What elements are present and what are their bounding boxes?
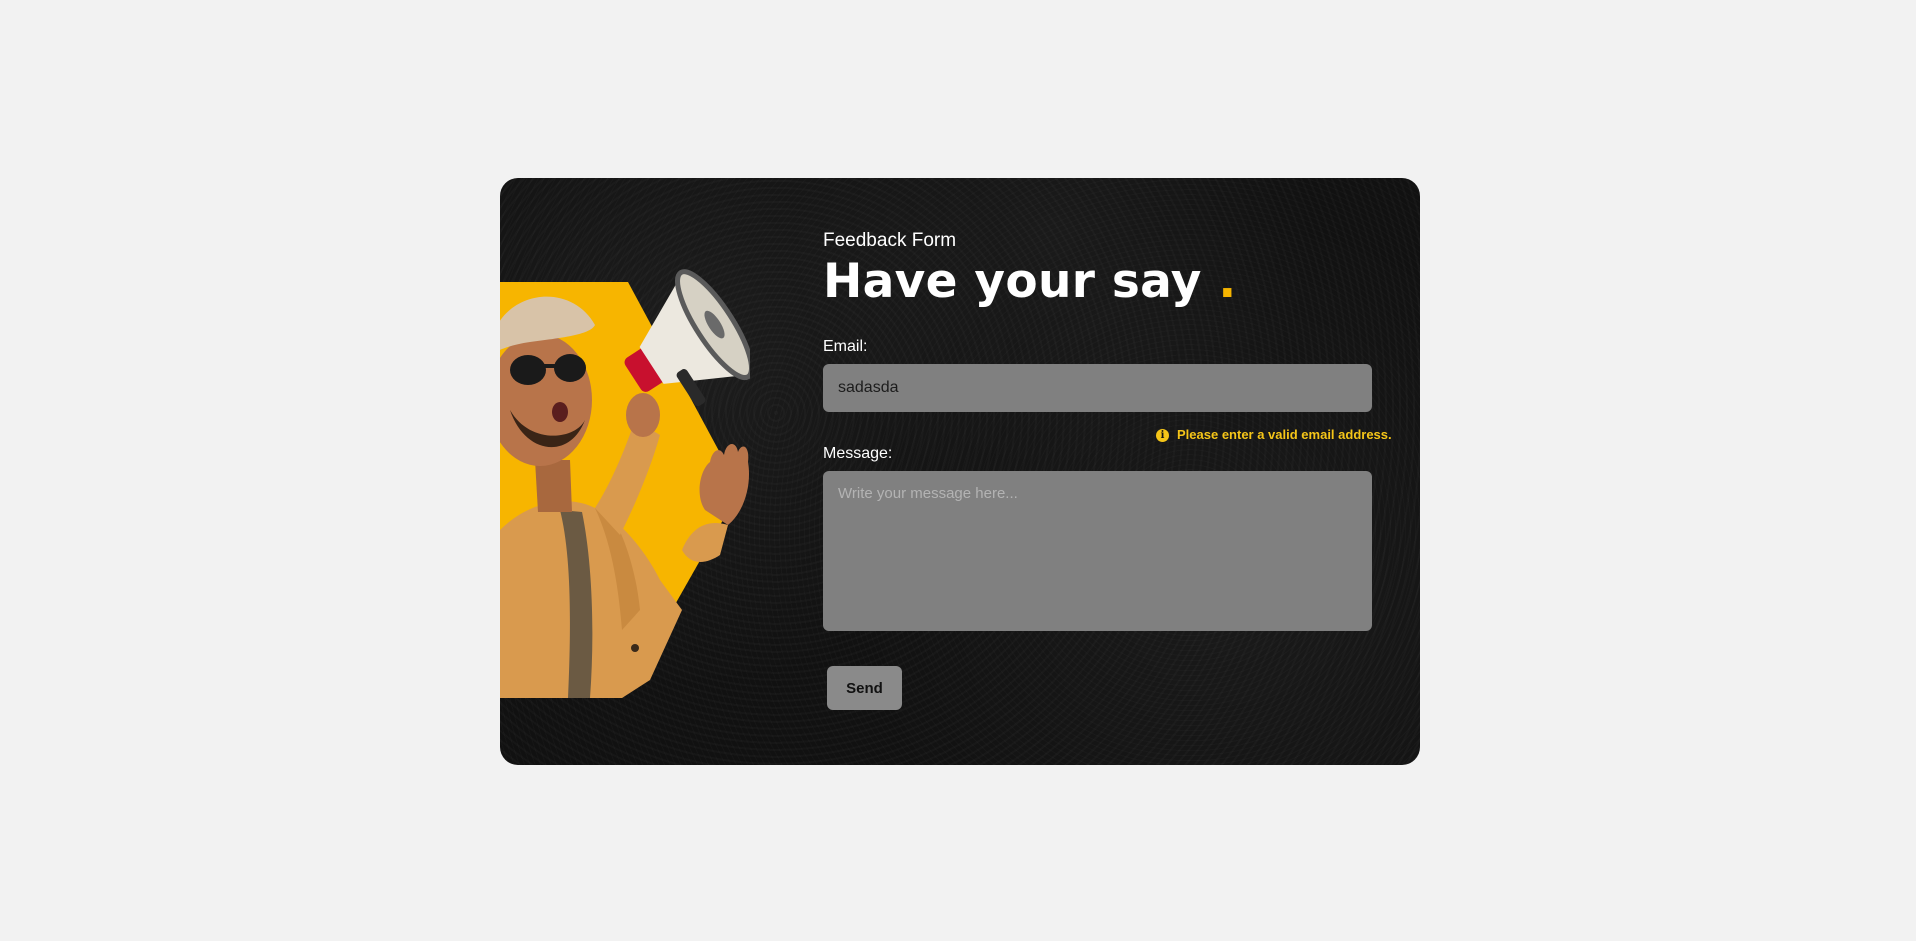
form-eyebrow: Feedback Form	[823, 230, 957, 251]
info-circle-icon: i	[1156, 428, 1169, 442]
headline-text: Have your say	[823, 254, 1202, 309]
send-button[interactable]: Send	[827, 666, 902, 710]
megaphone-person-illustration	[500, 269, 750, 698]
email-error-message: i Please enter a valid email address.	[1156, 426, 1392, 444]
message-label: Message:	[823, 445, 893, 462]
email-error-text: Please enter a valid email address.	[1177, 427, 1392, 442]
message-field[interactable]	[823, 471, 1372, 631]
page-title: Have your say .	[823, 254, 1373, 310]
headline-accent-dot: .	[1218, 254, 1237, 309]
email-field[interactable]	[823, 364, 1372, 412]
email-label: Email:	[823, 338, 868, 355]
